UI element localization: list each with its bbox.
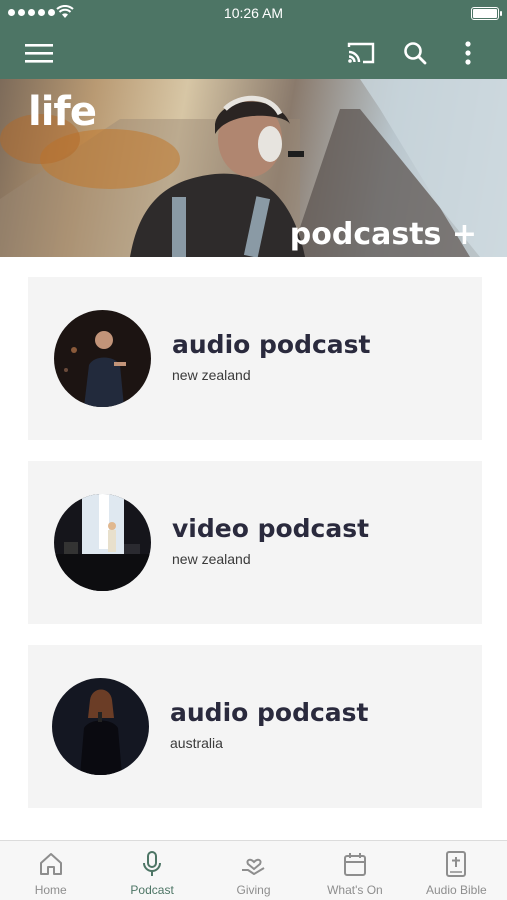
stage-photo-icon	[54, 494, 151, 591]
podcast-thumbnail	[54, 310, 151, 407]
status-time: 10:26 AM	[223, 5, 284, 21]
podcast-title: video podcast	[172, 514, 370, 543]
life-logo: life	[28, 89, 97, 135]
tab-label: Home	[34, 883, 67, 897]
search-button[interactable]	[393, 26, 437, 79]
status-bar: 10:26 AM	[0, 0, 507, 26]
tab-label: Giving	[236, 883, 271, 897]
podcast-title: audio podcast	[170, 698, 369, 727]
wifi-icon	[56, 5, 74, 18]
bottom-tab-bar: Home Podcast Giving What's On Audio Bibl…	[0, 840, 507, 900]
cast-icon	[347, 42, 375, 63]
podcast-card-audio-nz[interactable]: audio podcast new zealand	[28, 277, 482, 440]
podcast-thumbnail	[54, 494, 151, 591]
podcast-card-audio-au[interactable]: audio podcast australia	[28, 645, 482, 808]
podcast-title: audio podcast	[172, 330, 371, 359]
tab-label: What's On	[327, 883, 383, 897]
tab-podcast[interactable]: Podcast	[101, 841, 202, 900]
menu-button[interactable]	[17, 26, 61, 79]
giving-icon	[241, 858, 265, 875]
home-icon	[39, 853, 62, 875]
speaker-photo-icon	[54, 310, 151, 407]
more-options-button[interactable]	[446, 26, 490, 79]
bible-icon	[446, 851, 467, 877]
hero-title: podcasts +	[289, 217, 477, 252]
battery-icon	[471, 7, 502, 20]
podcast-location: new zealand	[172, 367, 251, 383]
signal-strength-icon	[8, 9, 55, 16]
podcast-location: new zealand	[172, 551, 251, 567]
search-icon	[404, 41, 427, 64]
podcast-location: australia	[170, 735, 223, 751]
tab-giving[interactable]: Giving	[203, 841, 304, 900]
tab-label: Podcast	[130, 883, 174, 897]
tab-label: Audio Bible	[425, 883, 487, 897]
more-vertical-icon	[465, 40, 471, 65]
tab-audio-bible[interactable]: Audio Bible	[406, 841, 507, 900]
hamburger-menu-icon	[25, 43, 53, 63]
cast-button[interactable]	[339, 26, 383, 79]
hero-banner: life podcasts +	[0, 79, 507, 257]
calendar-icon	[343, 853, 366, 876]
singer-photo-icon	[52, 678, 149, 775]
app-bar	[0, 26, 507, 79]
microphone-icon	[143, 851, 162, 876]
podcast-card-video-nz[interactable]: video podcast new zealand	[28, 461, 482, 624]
podcast-thumbnail	[52, 678, 149, 775]
tab-whats-on[interactable]: What's On	[304, 841, 405, 900]
tab-home[interactable]: Home	[0, 841, 101, 900]
